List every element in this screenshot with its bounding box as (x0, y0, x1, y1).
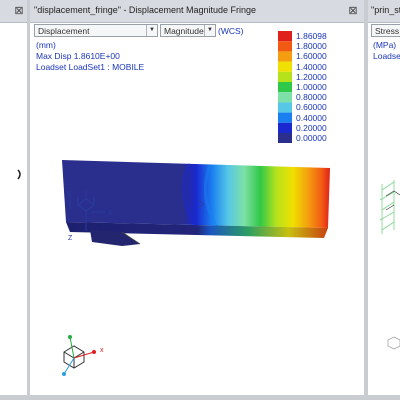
beam-top-face (62, 160, 330, 228)
beam-model: Y Z X (62, 160, 330, 376)
triad-x-label: x (100, 347, 104, 354)
svg-text:X: X (108, 210, 113, 217)
svg-text:Z: Z (68, 235, 73, 242)
right-viewport[interactable]: "prin_str Stress (MPa) Loadse (368, 0, 400, 400)
svg-text:Y: Y (66, 191, 71, 198)
status-strip (0, 395, 400, 400)
csys-triad (62, 335, 96, 376)
left-model-fragment (17, 169, 21, 180)
right-model-fragment (379, 180, 400, 350)
left-viewport[interactable]: ⊠ (0, 0, 27, 400)
main-viewport[interactable]: "displacement_fringe" - Displacement Mag… (30, 0, 364, 400)
